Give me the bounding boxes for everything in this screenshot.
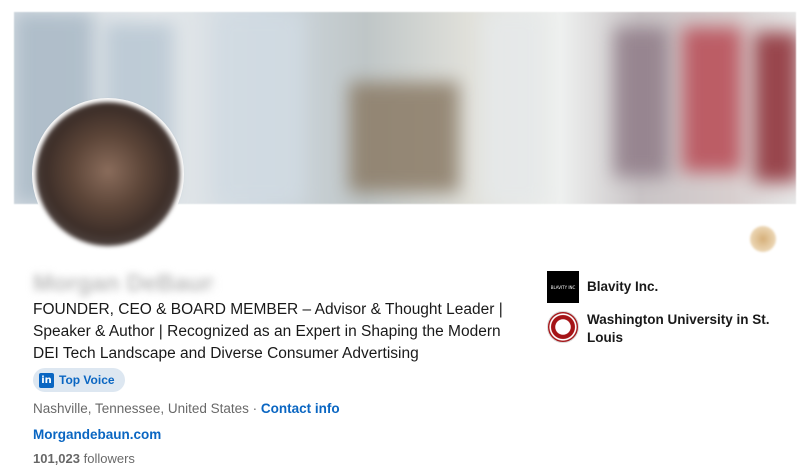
blavity-logo: BLAVITY INC	[547, 271, 579, 303]
org-washu[interactable]: Washington University in St. Louis	[547, 311, 787, 347]
followers-count[interactable]: 101,023 followers	[33, 451, 135, 466]
profile-card: Morgan DeBaun FOUNDER, CEO & BOARD MEMBE…	[0, 0, 810, 471]
followers-label: followers	[83, 451, 135, 466]
location-text: Nashville, Tennessee, United States	[33, 401, 249, 416]
profile-name: Morgan DeBaun	[33, 270, 213, 296]
profile-location-line: Nashville, Tennessee, United States · Co…	[33, 401, 340, 416]
website-link[interactable]: Morgandebaun.com	[33, 427, 161, 442]
org-name: Washington University in St. Louis	[587, 312, 770, 345]
org-name: Blavity Inc.	[587, 279, 659, 294]
profile-avatar[interactable]	[32, 98, 184, 250]
website-row: Morgandebaun.com	[33, 427, 161, 442]
org-blavity[interactable]: BLAVITY INC Blavity Inc.	[547, 271, 658, 303]
linkedin-icon: in	[39, 372, 54, 388]
top-voice-badge[interactable]: in Top Voice	[33, 368, 125, 392]
profile-headline: FOUNDER, CEO & BOARD MEMBER – Advisor & …	[33, 301, 503, 362]
separator: ·	[248, 401, 261, 416]
badge-label: Top Voice	[59, 373, 115, 387]
followers-number: 101,023	[33, 451, 80, 466]
washu-seal-logo	[547, 311, 579, 343]
decorative-emblem-icon	[750, 226, 776, 252]
contact-info-link[interactable]: Contact info	[261, 401, 340, 416]
